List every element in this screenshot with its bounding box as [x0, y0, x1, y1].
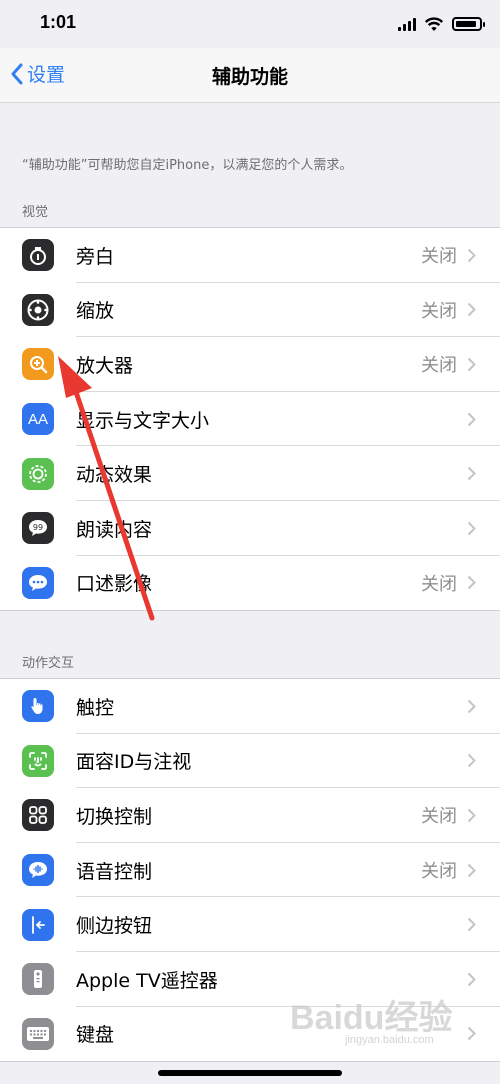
section-header-vision: 视觉: [22, 205, 49, 220]
row-label: 动态效果: [76, 464, 153, 487]
row-label: 触控: [76, 696, 115, 719]
row-label: 侧边按钮: [76, 915, 153, 938]
magnifier-icon: [22, 348, 54, 381]
section-header-interaction: 动作交互: [22, 656, 75, 671]
chevron-right-icon: [467, 302, 476, 317]
watermark-url: jingyan.baidu.com: [345, 1034, 434, 1046]
page-title: 辅助功能: [211, 66, 288, 88]
status-time: 1:01: [40, 12, 77, 32]
row-value: 关闭: [421, 246, 457, 268]
row-display-text-size[interactable]: AA 显示与文字大小: [0, 392, 500, 447]
row-label: 口述影像: [76, 573, 153, 596]
side-button-icon: [22, 908, 54, 941]
chevron-right-icon: [467, 521, 476, 536]
chevron-right-icon: [467, 808, 476, 823]
row-voiceover[interactable]: 旁白 关闭: [0, 228, 500, 283]
row-side-button[interactable]: 侧边按钮: [0, 897, 500, 952]
row-value: 关闭: [421, 573, 457, 595]
row-label: 旁白: [76, 245, 115, 268]
row-value: 关闭: [421, 300, 457, 322]
keyboard-icon: [22, 1017, 54, 1050]
svg-text:99: 99: [33, 523, 43, 532]
voice-control-icon: [22, 854, 54, 887]
row-label: 语音控制: [76, 860, 153, 883]
apple-tv-remote-icon: [22, 963, 54, 996]
row-switch-control[interactable]: 切换控制 关闭: [0, 788, 500, 843]
chevron-right-icon: [467, 699, 476, 714]
chevron-right-icon: [467, 1026, 476, 1041]
chevron-right-icon: [467, 972, 476, 987]
switch-control-icon: [22, 799, 54, 832]
row-magnifier[interactable]: 放大器 关闭: [0, 337, 500, 392]
row-label: 显示与文字大小: [76, 409, 210, 432]
text-size-icon: AA: [22, 403, 54, 436]
chevron-right-icon: [467, 466, 476, 481]
battery-icon: [452, 17, 485, 31]
row-voice-control[interactable]: 语音控制 关闭: [0, 843, 500, 898]
zoom-icon: [22, 293, 54, 326]
row-label: 放大器: [76, 354, 134, 377]
row-value: 关闭: [421, 806, 457, 828]
navigation-bar: 设置 辅助功能: [0, 48, 500, 103]
row-label: Apple TV遥控器: [76, 969, 218, 992]
chevron-right-icon: [467, 357, 476, 372]
row-spoken-content[interactable]: 99 朗读内容: [0, 501, 500, 556]
row-zoom[interactable]: 缩放 关闭: [0, 283, 500, 338]
row-label: 缩放: [76, 300, 115, 323]
chevron-right-icon: [467, 753, 476, 768]
home-indicator[interactable]: [158, 1070, 342, 1076]
row-touch[interactable]: 触控: [0, 679, 500, 734]
chevron-right-icon: [467, 917, 476, 932]
spoken-content-icon: 99: [22, 512, 54, 545]
voiceover-icon: [22, 239, 54, 272]
row-label: 面容ID与注视: [76, 751, 192, 774]
chevron-right-icon: [467, 248, 476, 263]
audio-description-icon: [22, 566, 54, 599]
vision-group: 旁白 关闭 缩放 关闭 放大器 关闭 AA 显示与文字大小 动态效果 99 朗读…: [0, 227, 500, 612]
row-value: 关闭: [421, 355, 457, 377]
touch-icon: [22, 690, 54, 723]
accessibility-description: “辅助功能”可帮助您自定iPhone，以满足您的个人需求。: [22, 158, 353, 173]
face-id-icon: [22, 744, 54, 777]
status-bar: 1:01: [0, 0, 500, 48]
chevron-right-icon: [467, 412, 476, 427]
chevron-right-icon: [467, 575, 476, 590]
row-audio-descriptions[interactable]: 口述影像 关闭: [0, 556, 500, 611]
cellular-signal-icon: [398, 17, 416, 31]
row-motion[interactable]: 动态效果: [0, 446, 500, 501]
row-value: 关闭: [421, 861, 457, 883]
row-face-id-attention[interactable]: 面容ID与注视: [0, 734, 500, 789]
wifi-icon: [424, 16, 444, 31]
watermark-logo: Baidu经验: [290, 999, 453, 1037]
motion-icon: [22, 457, 54, 490]
row-label: 切换控制: [76, 805, 153, 828]
status-icons: [398, 14, 485, 34]
chevron-right-icon: [467, 863, 476, 878]
row-label: 朗读内容: [76, 518, 153, 541]
